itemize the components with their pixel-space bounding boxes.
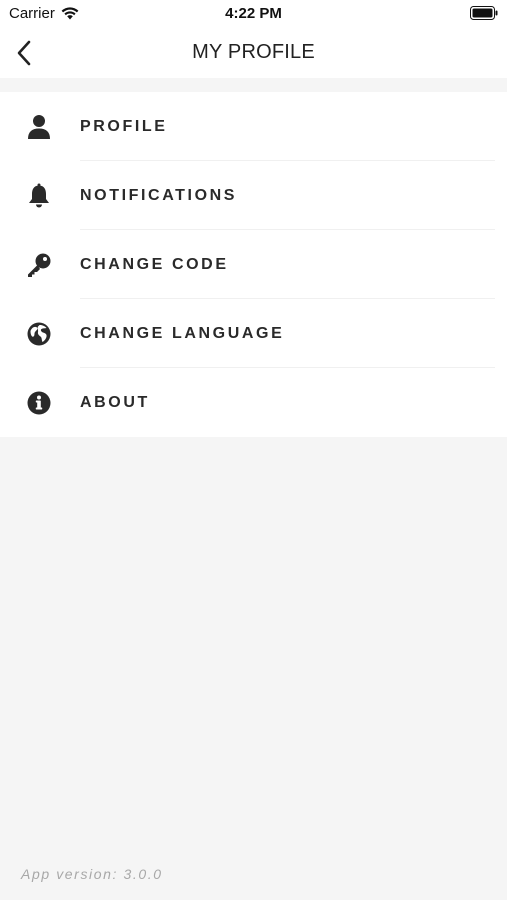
info-icon [25, 389, 53, 417]
menu-item-label: NOTIFICATIONS [80, 186, 238, 204]
menu-item-notifications[interactable]: NOTIFICATIONS [0, 161, 507, 230]
menu-list: PROFILE NOTIFICATIONS CHANGE CODE CHANGE… [0, 92, 507, 437]
menu-item-about[interactable]: ABOUT [0, 368, 507, 437]
user-icon [25, 113, 53, 141]
app-version: App version: 3.0.0 [21, 866, 163, 882]
key-icon [25, 251, 53, 279]
menu-item-label: CHANGE LANGUAGE [80, 324, 285, 342]
battery-icon [470, 6, 498, 20]
status-time: 4:22 PM [225, 5, 282, 22]
status-bar: Carrier 4:22 PM [0, 0, 507, 28]
menu-item-change-language[interactable]: CHANGE LANGUAGE [0, 299, 507, 368]
page-title: MY PROFILE [192, 41, 315, 63]
menu-item-profile[interactable]: PROFILE [0, 92, 507, 161]
menu-item-change-code[interactable]: CHANGE CODE [0, 230, 507, 299]
nav-bar: MY PROFILE [0, 28, 507, 78]
globe-icon [25, 320, 53, 348]
menu-item-label: PROFILE [80, 117, 168, 135]
bell-icon [25, 182, 53, 210]
menu-item-label: CHANGE CODE [80, 255, 229, 273]
menu-item-label: ABOUT [80, 393, 150, 411]
